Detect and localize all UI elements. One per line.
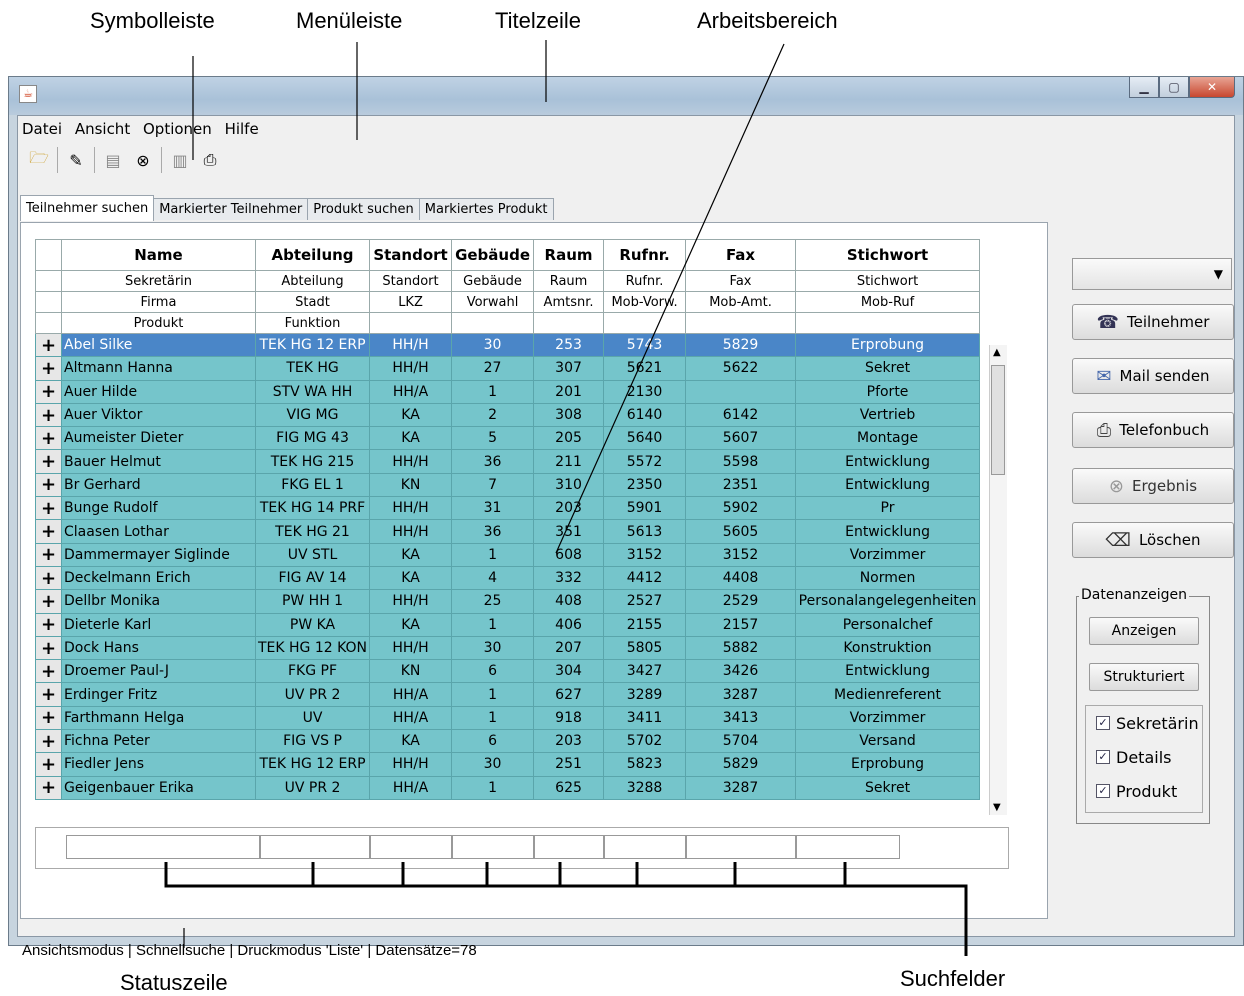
callout-lines [164, 40, 968, 956]
